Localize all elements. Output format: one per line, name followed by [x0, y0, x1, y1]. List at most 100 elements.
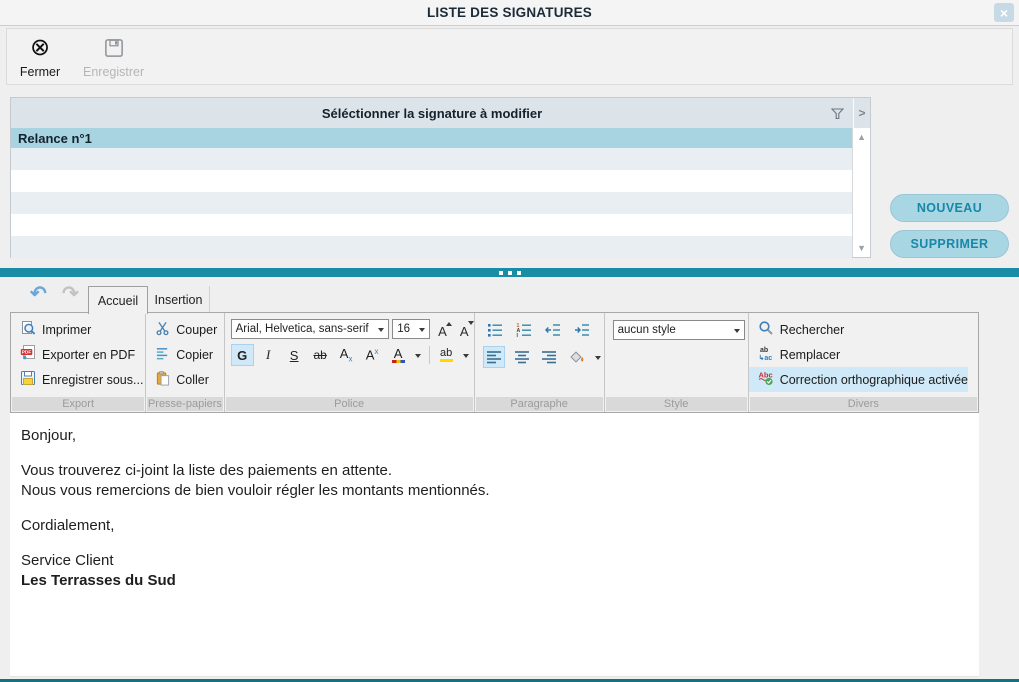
police-row-2: G I S ab Ax Ax A ab — [231, 344, 474, 366]
dropdown-arrow-icon — [419, 328, 425, 335]
tab-accueil[interactable]: Accueil — [88, 286, 148, 314]
group-divers: Rechercher ab↳ac Remplacer Abc Correctio… — [749, 313, 978, 412]
svg-text:Abc: Abc — [758, 371, 772, 380]
signature-table: Séléctionner la signature à modifier > R… — [10, 97, 871, 258]
grow-font-button[interactable]: A — [433, 319, 452, 339]
supprimer-button[interactable]: SUPPRIMER — [890, 230, 1009, 258]
table-row-empty — [11, 236, 852, 258]
coller-button[interactable]: Coller — [146, 367, 223, 392]
circled-x-icon: ⊗ — [30, 36, 50, 60]
indent-button[interactable] — [570, 319, 594, 341]
spellcheck-toggle-button[interactable]: Abc Correction orthographique activée — [749, 367, 968, 392]
font-family-value: Arial, Helvetica, sans-serif — [236, 323, 369, 335]
editor-line: Bonjour, — [21, 426, 979, 446]
fermer-label: Fermer — [20, 65, 60, 79]
paragraphe-row-1: 1AI — [483, 319, 604, 341]
fermer-button[interactable]: ⊗ Fermer — [7, 29, 73, 84]
filter-icon[interactable] — [831, 107, 844, 125]
imprimer-label: Imprimer — [42, 323, 91, 337]
outdent-icon — [545, 322, 561, 338]
strikethrough-button[interactable]: ab — [309, 344, 332, 366]
editor-line: Service Client — [21, 551, 979, 571]
dropdown-arrow-icon — [378, 328, 384, 335]
main-toolbar: ⊗ Fermer Enregistrer — [6, 28, 1013, 85]
enregistrer-sous-button[interactable]: Enregistrer sous... — [11, 367, 145, 392]
scroll-up-icon[interactable]: ▲ — [853, 132, 870, 142]
style-select[interactable]: aucun style — [613, 320, 745, 340]
table-rows: Relance n°1 — [11, 128, 852, 257]
nouveau-button[interactable]: NOUVEAU — [890, 194, 1009, 222]
group-label-divers: Divers — [750, 397, 977, 411]
dropdown-arrow-icon — [595, 356, 601, 363]
imprimer-button[interactable]: Imprimer — [11, 317, 145, 342]
bullet-list-button[interactable] — [483, 319, 507, 341]
scissors-icon — [155, 321, 170, 339]
rechercher-button[interactable]: Rechercher — [749, 317, 978, 342]
align-center-icon — [514, 350, 530, 364]
fill-color-dropdown[interactable] — [593, 352, 603, 363]
align-left-icon — [486, 350, 502, 364]
group-presse-papiers: Couper Copier Coller Presse-papiers — [146, 313, 224, 412]
italic-button[interactable]: I — [257, 344, 280, 366]
superscript-button[interactable]: Ax — [361, 344, 384, 366]
align-center-button[interactable] — [510, 346, 533, 368]
editor-line: Nous vous remercions de bien vouloir rég… — [21, 481, 979, 501]
redo-icon[interactable]: ↷ — [62, 284, 79, 304]
underline-button[interactable]: S — [283, 344, 306, 366]
exporter-pdf-button[interactable]: PDF Exporter en PDF — [11, 342, 145, 367]
align-left-button[interactable] — [483, 346, 506, 368]
scroll-down-icon[interactable]: ▼ — [853, 243, 870, 253]
highlight-dropdown[interactable] — [461, 350, 472, 361]
table-header-row: Séléctionner la signature à modifier > — [11, 98, 870, 128]
splitter-dot — [517, 271, 521, 275]
group-label-style: Style — [606, 397, 747, 411]
font-color-button[interactable]: A — [387, 344, 410, 366]
font-size-select[interactable]: 16 — [392, 319, 430, 339]
table-row-empty — [11, 192, 852, 214]
group-police: Arial, Helvetica, sans-serif 16 A A G I … — [225, 313, 475, 412]
close-icon: × — [1000, 6, 1008, 20]
editor-line-blank — [21, 536, 979, 551]
subscript-button[interactable]: Ax — [335, 344, 358, 366]
copier-button[interactable]: Copier — [146, 342, 223, 367]
couper-button[interactable]: Couper — [146, 317, 223, 342]
group-label-paragraphe: Paragraphe — [476, 397, 603, 411]
splitter-handle[interactable] — [0, 268, 1019, 277]
align-right-button[interactable] — [538, 346, 561, 368]
editor-line: Cordialement, — [21, 516, 979, 536]
font-family-select[interactable]: Arial, Helvetica, sans-serif — [231, 319, 390, 339]
enregistrer-button[interactable]: Enregistrer — [73, 29, 154, 84]
table-scrollbar[interactable]: ▲ ▼ — [852, 128, 870, 257]
close-button[interactable]: × — [994, 3, 1014, 22]
svg-text:ab: ab — [760, 347, 768, 354]
rechercher-label: Rechercher — [780, 323, 845, 337]
font-size-value: 16 — [397, 323, 410, 335]
spellcheck-label: Correction orthographique activée — [780, 373, 968, 387]
paragraphe-row-2 — [483, 346, 604, 368]
splitter-dot — [508, 271, 512, 275]
font-color-bar-icon — [392, 360, 405, 363]
table-body: Relance n°1 ▲ ▼ — [11, 128, 870, 257]
align-right-icon — [541, 350, 557, 364]
indent-icon — [574, 322, 590, 338]
editor-line: Vous trouverez ci-joint la liste des pai… — [21, 461, 979, 481]
numbered-list-button[interactable]: 1AI — [512, 319, 536, 341]
fill-color-button[interactable] — [566, 346, 589, 368]
remplacer-button[interactable]: ab↳ac Remplacer — [749, 342, 978, 367]
font-color-dropdown[interactable] — [413, 350, 424, 361]
highlight-button[interactable]: ab — [435, 344, 458, 366]
outdent-button[interactable] — [541, 319, 565, 341]
enregistrer-sous-label: Enregistrer sous... — [42, 373, 143, 387]
dropdown-arrow-icon — [734, 329, 740, 336]
editor-area[interactable]: Bonjour, Vous trouverez ci-joint la list… — [10, 413, 979, 677]
group-label-presse-papiers: Presse-papiers — [147, 397, 222, 411]
shrink-font-button[interactable]: A — [455, 319, 474, 339]
column-expander-button[interactable]: > — [854, 98, 870, 128]
exporter-pdf-label: Exporter en PDF — [42, 348, 135, 362]
bold-button[interactable]: G — [231, 344, 254, 366]
style-select-value: aucun style — [618, 324, 676, 336]
tab-insertion[interactable]: Insertion — [148, 286, 210, 314]
table-row-selected[interactable]: Relance n°1 — [11, 128, 852, 148]
undo-icon[interactable]: ↶ — [30, 284, 47, 304]
enregistrer-label: Enregistrer — [83, 65, 144, 79]
